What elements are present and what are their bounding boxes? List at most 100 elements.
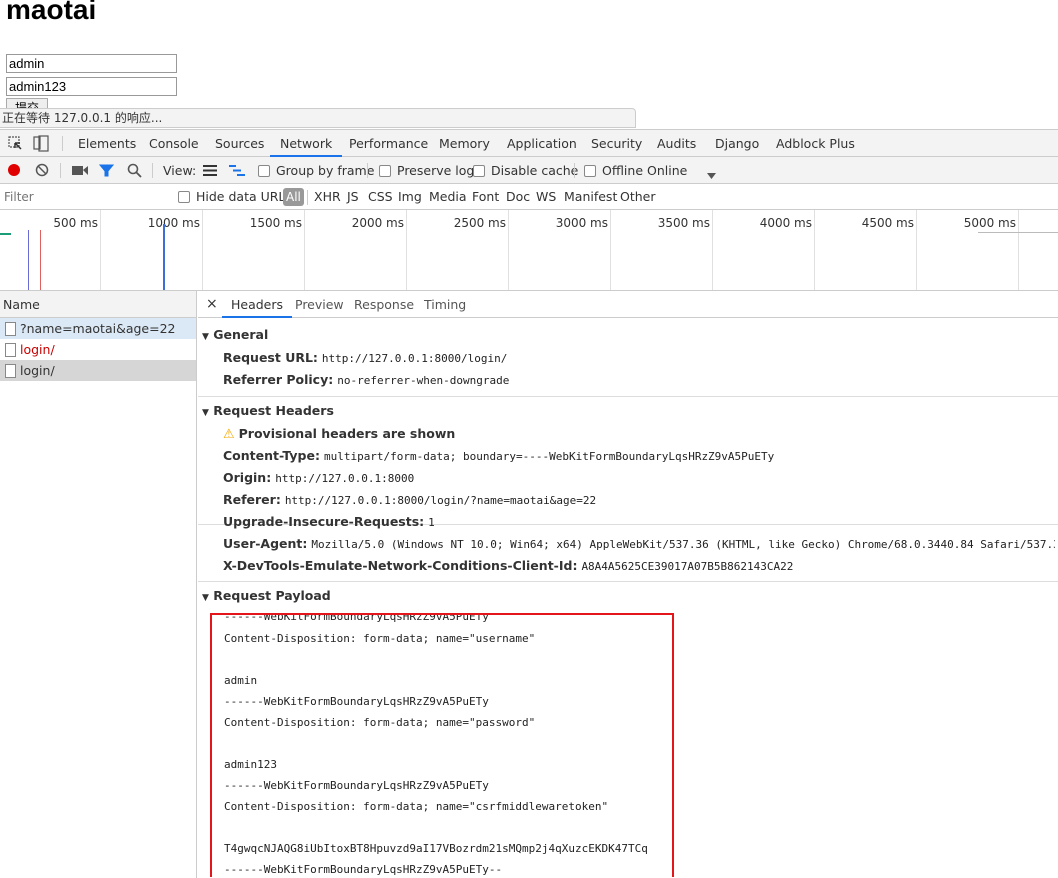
payload-line: T4gwqcNJAQG8iUbItoxBT8Hpuvzd9aI17VBozrdm… (224, 842, 648, 855)
payload-line: admin123 (224, 758, 277, 771)
filter-media[interactable]: Media (429, 184, 467, 210)
tab-network[interactable]: Network (270, 130, 343, 157)
header-value: 1 (428, 516, 435, 529)
filter-ws[interactable]: WS (536, 184, 556, 210)
document-icon (5, 322, 16, 336)
header-key: User-Agent: (223, 536, 308, 551)
hide-data-urls-checkbox[interactable] (178, 191, 190, 203)
network-overview[interactable]: 500 ms 1000 ms 1500 ms 2000 ms 2500 ms 3… (0, 210, 1058, 291)
disable-cache-label: Disable cache (491, 163, 579, 178)
request-name: login/ (20, 363, 55, 378)
page-title: maotai (6, 0, 97, 25)
tab-performance[interactable]: Performance (349, 130, 428, 156)
username-input[interactable] (6, 54, 177, 73)
search-icon[interactable] (127, 163, 142, 181)
tick-1500: 1500 ms (249, 216, 302, 230)
filter-input[interactable] (2, 187, 168, 207)
tab-timing[interactable]: Timing (424, 291, 466, 318)
header-row: Upgrade-Insecure-Requests: 1 (223, 514, 435, 529)
tab-application[interactable]: Application (507, 130, 577, 156)
capture-screenshots-icon[interactable] (72, 165, 88, 179)
marker-line-purple (28, 230, 29, 290)
filter-bar: Hide data URLs All XHR JS CSS Img Media … (0, 184, 1058, 210)
group-by-frame-checkbox[interactable] (258, 165, 270, 177)
preserve-log-label: Preserve log (397, 163, 475, 178)
header-row: Referrer Policy: no-referrer-when-downgr… (223, 372, 509, 387)
filter-doc[interactable]: Doc (506, 184, 530, 210)
header-key: Content-Type: (223, 448, 320, 463)
header-value: no-referrer-when-downgrade (337, 374, 510, 387)
header-value: http://127.0.0.1:8000/login/?name=maotai… (284, 494, 597, 507)
tab-headers[interactable]: Headers (222, 291, 293, 318)
header-row: Request URL: http://127.0.0.1:8000/login… (223, 350, 507, 365)
document-icon (5, 364, 16, 378)
password-input[interactable] (6, 77, 177, 96)
request-name: login/ (20, 342, 55, 357)
payload-line: Content-Disposition: form-data; name="pa… (224, 716, 536, 729)
header-key: Referer: (223, 492, 281, 507)
marker-line-red (40, 230, 41, 290)
devtools-tabbar: Elements Console Sources Network Perform… (0, 130, 1058, 157)
tab-audits[interactable]: Audits (657, 130, 696, 156)
filter-js[interactable]: JS (347, 184, 359, 210)
device-toolbar-icon[interactable] (33, 135, 49, 155)
tab-memory[interactable]: Memory (439, 130, 490, 156)
tick-2500: 2500 ms (453, 216, 506, 230)
marker-line-blue (163, 224, 165, 290)
header-value: http://127.0.0.1:8000/login/ (321, 352, 508, 365)
list-view-icon[interactable] (203, 165, 217, 179)
request-payload-section-toggle[interactable]: ▼ Request Payload (202, 588, 331, 603)
general-section-toggle[interactable]: ▼ General (202, 327, 268, 342)
filter-other[interactable]: Other (620, 184, 656, 210)
request-headers-section-toggle[interactable]: ▼ Request Headers (202, 403, 334, 418)
disable-cache-checkbox[interactable] (473, 165, 485, 177)
name-column-header[interactable]: Name (0, 291, 196, 318)
filter-img[interactable]: Img (398, 184, 422, 210)
tick-5000: 5000 ms (963, 216, 1016, 230)
header-value: Mozilla/5.0 (Windows NT 10.0; Win64; x64… (311, 538, 1055, 551)
tab-adblock-plus[interactable]: Adblock Plus (776, 130, 855, 156)
tab-console[interactable]: Console (149, 130, 199, 156)
view-label: View: (163, 163, 197, 178)
payload-line: ------WebKitFormBoundaryLqsHRzZ9vA5PuETy (224, 695, 489, 708)
filter-font[interactable]: Font (472, 184, 499, 210)
tab-elements[interactable]: Elements (78, 130, 136, 156)
header-row: Content-Type: multipart/form-data; bound… (223, 448, 774, 463)
tick-4500: 4500 ms (861, 216, 914, 230)
dropdown-arrow-icon[interactable] (707, 168, 716, 182)
filter-icon[interactable] (98, 164, 115, 180)
payload-line: Content-Disposition: form-data; name="cs… (224, 800, 609, 813)
header-value: A8A4A5625CE39017A07B5B862143CA22 (581, 560, 794, 573)
payload-line: Content-Disposition: form-data; name="us… (224, 632, 536, 645)
expanded-triangle-icon: ▼ (202, 408, 209, 418)
tab-preview[interactable]: Preview (295, 291, 344, 318)
payload-line: admin (224, 674, 258, 687)
close-details-icon[interactable]: × (206, 291, 218, 318)
request-row[interactable]: login/ (0, 360, 196, 381)
filter-css[interactable]: CSS (368, 184, 393, 210)
throttling-select[interactable]: Online (647, 157, 687, 184)
preserve-log-checkbox[interactable] (379, 165, 391, 177)
waterfall-view-icon[interactable] (229, 165, 245, 179)
provisional-warning: ⚠ Provisional headers are shown (223, 426, 455, 442)
request-name: ?name=maotai&age=22 (20, 321, 176, 336)
tab-security[interactable]: Security (591, 130, 642, 156)
payload-line: ------WebKitFormBoundaryLqsHRzZ9vA5PuETy (224, 779, 489, 792)
tab-django[interactable]: Django (715, 130, 759, 156)
filter-xhr[interactable]: XHR (314, 184, 341, 210)
record-icon[interactable] (7, 163, 21, 180)
tick-4000: 4000 ms (759, 216, 812, 230)
request-row[interactable]: ?name=maotai&age=22 (0, 318, 196, 339)
offline-checkbox[interactable] (584, 165, 596, 177)
document-icon (5, 343, 16, 357)
filter-all[interactable]: All (283, 188, 304, 206)
payload-content: ------WebKitFormBoundaryLqsHRzZ9vA5PuETy… (210, 613, 674, 877)
filter-manifest[interactable]: Manifest (564, 184, 617, 210)
general-title: General (213, 327, 269, 342)
offline-label: Offline (602, 163, 644, 178)
tab-response[interactable]: Response (354, 291, 414, 318)
tab-sources[interactable]: Sources (215, 130, 264, 156)
inspect-element-icon[interactable] (8, 136, 23, 154)
clear-icon[interactable] (35, 163, 49, 180)
request-row[interactable]: login/ (0, 339, 196, 360)
